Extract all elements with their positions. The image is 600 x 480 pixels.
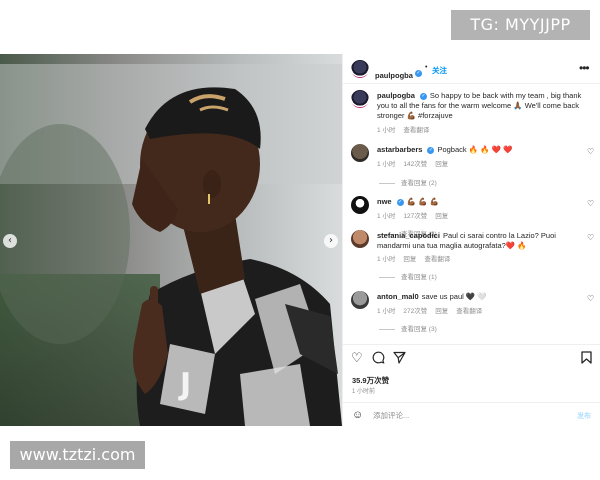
comment-meta: 1 小时 回复 查看翻译	[377, 256, 451, 263]
comment-item: astarbarbers ✓ Pogback 🔥 🔥 ❤️ ❤️ ♡ 1 小时 142…	[343, 144, 600, 194]
view-replies-link[interactable]: 查看回复 (3)	[379, 323, 437, 333]
replies-divider	[379, 328, 395, 330]
instagram-post: J ‹ › paulpogba ✓ • 关注 ••• paulpogba ✓ So h…	[0, 54, 600, 426]
likes-count[interactable]: 35.9万次赞	[352, 375, 389, 386]
post-header: paulpogba ✓ • 关注 •••	[343, 54, 600, 84]
add-comment-bar: ☺ 发布	[343, 402, 600, 426]
post-photo: J ‹ ›	[0, 54, 342, 426]
author-avatar[interactable]	[351, 60, 369, 78]
more-options-icon[interactable]: •••	[579, 61, 590, 75]
comment-like-heart-icon[interactable]: ♡	[587, 199, 594, 208]
commenter-avatar[interactable]	[351, 144, 369, 162]
next-photo-button[interactable]: ›	[324, 234, 338, 248]
comment-meta: 1 小时 142次赞 回复	[377, 161, 449, 168]
caption-meta: 1 小时 查看翻译	[377, 127, 430, 134]
post-side-panel: paulpogba ✓ • 关注 ••• paulpogba ✓ So happy t…	[342, 54, 600, 426]
comment-input[interactable]	[373, 408, 553, 422]
share-icon[interactable]	[393, 351, 406, 368]
watermark-top: TG: MYYJJPP	[451, 10, 590, 40]
comment-text: nwe ✓ 💪🏾 💪🏾 💪🏾	[377, 197, 439, 206]
emoji-icon[interactable]: ☺	[352, 409, 363, 421]
bookmark-icon[interactable]	[581, 351, 592, 368]
svg-text:J: J	[178, 367, 191, 402]
comment-meta: 1 小时 272次赞 回复 查看翻译	[377, 308, 483, 315]
replies-divider	[379, 276, 395, 278]
watermark-bottom: www.tztzi.com	[10, 441, 145, 469]
post-comment-button[interactable]: 发布	[577, 411, 591, 421]
follow-button[interactable]: 关注	[432, 65, 447, 76]
verified-badge-icon: ✓	[427, 146, 435, 154]
replies-divider	[379, 182, 395, 184]
author-username[interactable]: paulpogba ✓	[375, 65, 422, 83]
comment-text: anton_mal0 save us paul 🖤 🤍	[377, 292, 487, 301]
commenter-avatar[interactable]	[351, 196, 369, 214]
comment-like-heart-icon[interactable]: ♡	[587, 147, 594, 156]
post-actions: ♡ 35.9万次赞 1 小时前	[343, 344, 600, 395]
commenter-avatar[interactable]	[351, 230, 369, 248]
comment-text: stefania_capodici Paul ci sarai contro la…	[377, 231, 556, 250]
view-replies-link[interactable]: 查看回复 (1)	[379, 271, 437, 281]
view-replies-link[interactable]: 查看回复 (2)	[379, 177, 437, 187]
caption-avatar[interactable]	[351, 90, 369, 108]
comment-like-heart-icon[interactable]: ♡	[587, 233, 594, 242]
verified-badge-icon: ✓	[414, 70, 422, 78]
post-caption: paulpogba ✓ So happy to be back with my te…	[343, 90, 600, 136]
previous-photo-button[interactable]: ‹	[3, 234, 17, 248]
heart-icon[interactable]: ♡	[351, 351, 363, 366]
comment-item: anton_mal0 save us paul 🖤 🤍 ♡ 1 小时 272次赞 回复…	[343, 291, 600, 341]
comment-item: stefania_capodici Paul ci sarai contro la…	[343, 230, 600, 286]
comment-like-heart-icon[interactable]: ♡	[587, 294, 594, 303]
caption-text: paulpogba ✓ So happy to be back with my te…	[377, 91, 582, 120]
post-timestamp: 1 小时前	[352, 389, 376, 395]
commenter-avatar[interactable]	[351, 291, 369, 309]
comment-icon[interactable]	[372, 351, 385, 368]
comment-text: astarbarbers ✓ Pogback 🔥 🔥 ❤️ ❤️	[377, 145, 513, 154]
verified-badge-icon: ✓	[419, 92, 427, 100]
comment-meta: 1 小时 127次赞 回复	[377, 213, 449, 220]
verified-badge-icon: ✓	[396, 198, 404, 206]
header-separator: •	[425, 64, 428, 71]
